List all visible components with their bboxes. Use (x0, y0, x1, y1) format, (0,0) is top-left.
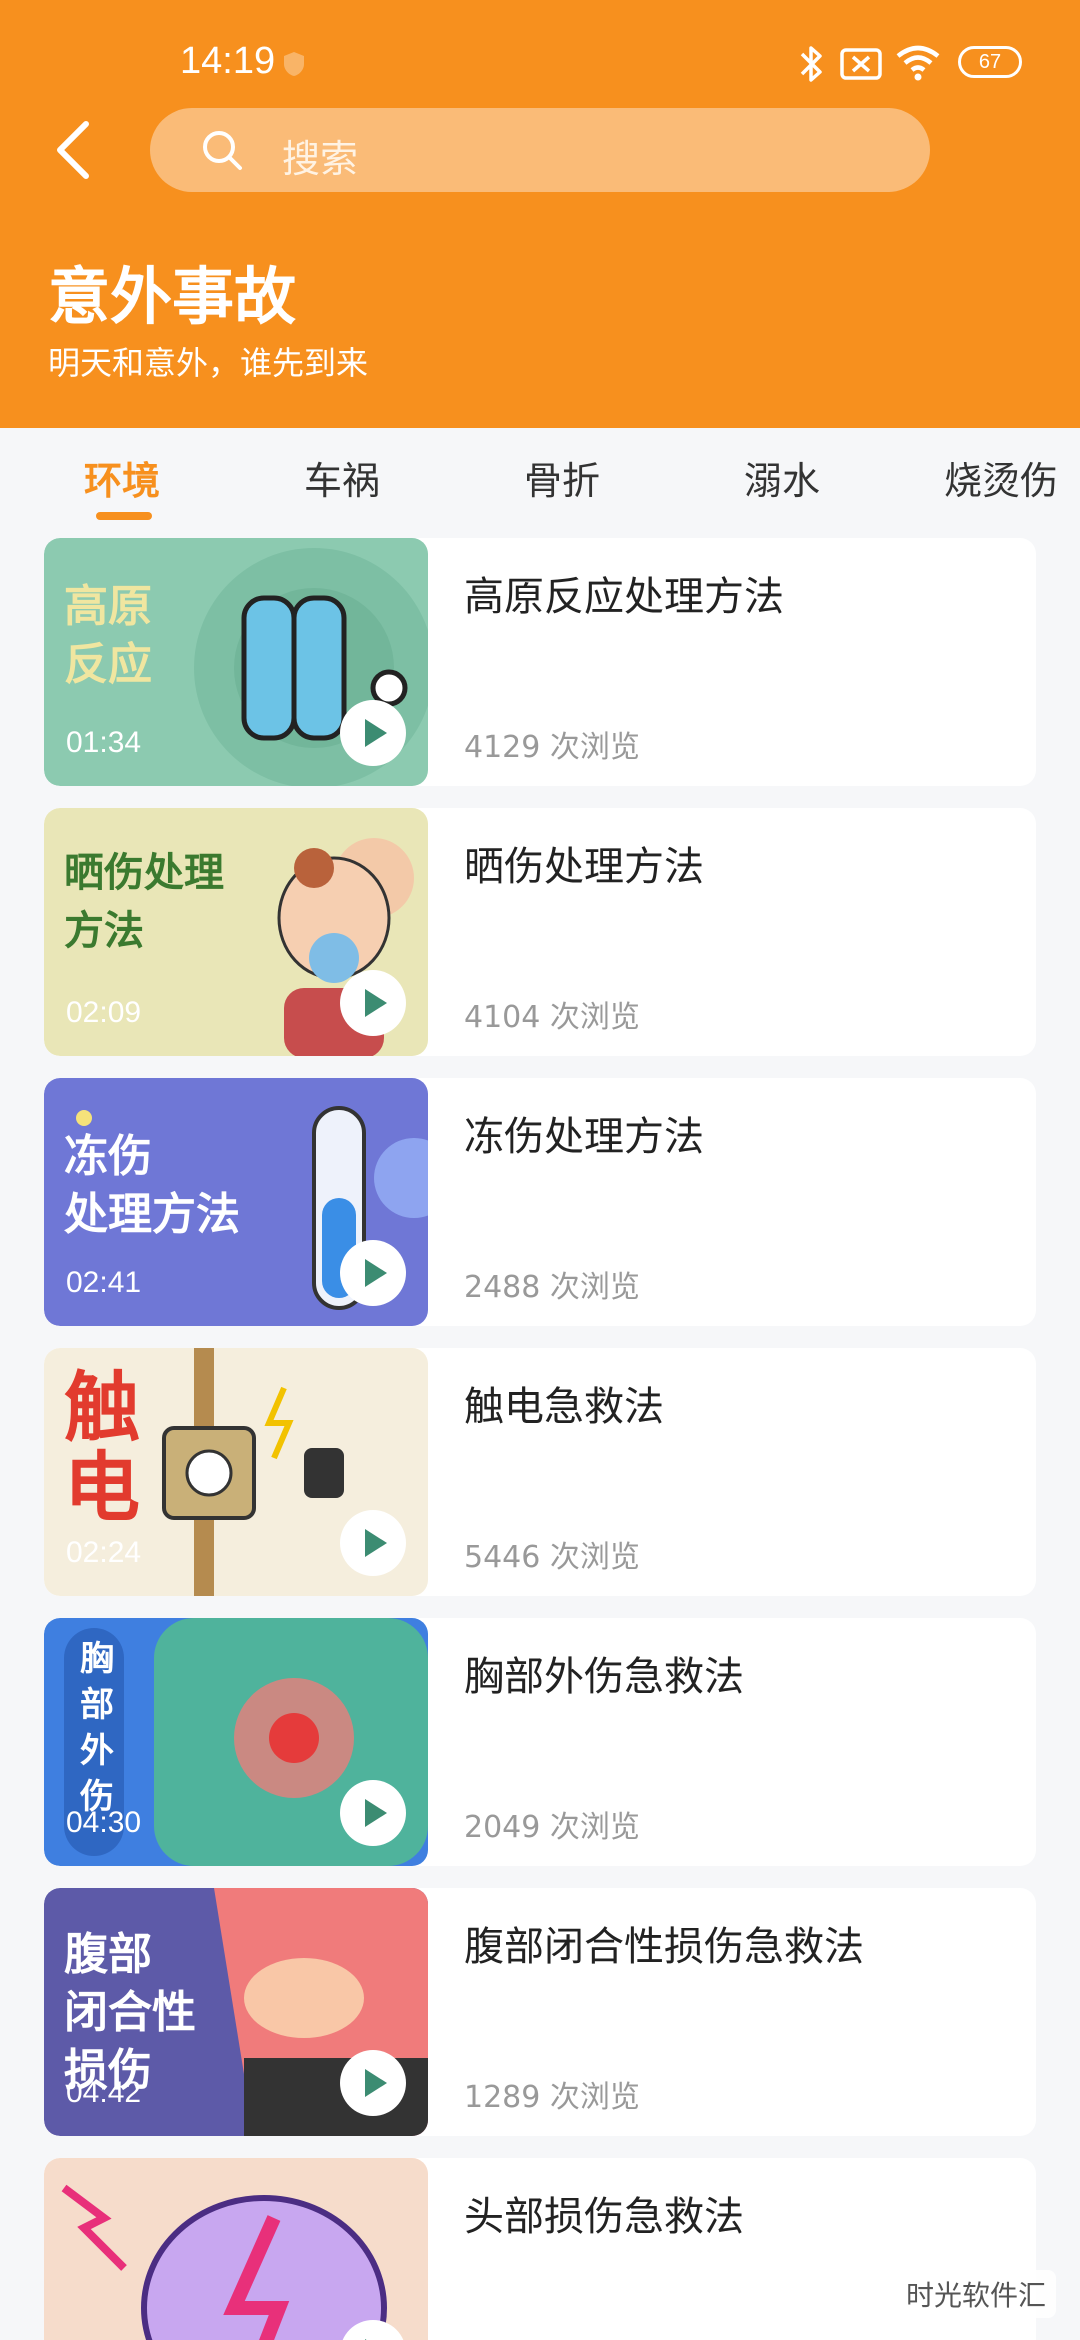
tab-fracture[interactable]: 骨折 (524, 450, 600, 505)
video-card[interactable]: 高原 反应 01:34 高原反应处理方法 4129 次浏览 (44, 538, 1036, 786)
video-duration: 04:30 (66, 1806, 142, 1839)
video-card[interactable]: 冻伤 处理方法 02:41 冻伤处理方法 2488 次浏览 (44, 1078, 1036, 1326)
thumbnail-caption: 胸部外伤 (80, 1639, 114, 1817)
play-icon[interactable] (340, 970, 406, 1036)
video-thumbnail[interactable]: 腹部 闭合性 损伤 04:42 (44, 1888, 428, 2136)
video-duration: 02:41 (66, 1266, 142, 1299)
brain-illustration (61, 2184, 387, 2340)
video-duration: 01:34 (66, 726, 142, 759)
video-thumbnail[interactable]: 晒伤处理 方法 02:09 (44, 808, 428, 1056)
video-thumbnail[interactable]: 触电 02:24 (44, 1348, 428, 1596)
video-card[interactable]: 胸部外伤 04:30 胸部外伤急救法 2049 次浏览 (44, 1618, 1036, 1866)
page-title: 意外事故 (48, 260, 297, 333)
thumbnail-caption: 冻伤 处理方法 (64, 1131, 240, 1240)
view-count: 4104 次浏览 (464, 1000, 640, 1035)
video-card[interactable]: 腹部 闭合性 损伤 04:42 腹部闭合性损伤急救法 1289 次浏览 (44, 1888, 1036, 2136)
shield-icon (284, 52, 304, 76)
video-card[interactable]: 触电 02:24 触电急救法 5446 次浏览 (44, 1348, 1036, 1596)
wifi-icon (896, 45, 940, 81)
page-subtitle: 明天和意外，谁先到来 (48, 344, 369, 382)
video-title: 腹部闭合性损伤急救法 (464, 1924, 864, 1970)
video-title: 高原反应处理方法 (464, 574, 784, 620)
tab-active-indicator (96, 512, 152, 520)
search-icon (203, 131, 242, 170)
thumbnail-caption: 触电 (64, 1363, 140, 1532)
status-time: 14:19 (180, 40, 276, 82)
video-duration: 02:09 (66, 996, 142, 1029)
tab-drowning[interactable]: 溺水 (744, 450, 820, 505)
video-title: 晒伤处理方法 (464, 844, 704, 890)
thumbnail-caption: 腹部 闭合性 损伤 (64, 1929, 196, 2096)
view-count: 1289 次浏览 (464, 2080, 640, 2115)
video-title: 胸部外伤急救法 (464, 1654, 744, 1700)
tab-car-accident[interactable]: 车祸 (304, 450, 380, 505)
thumbnail-caption: 高原 反应 (64, 581, 152, 690)
video-title: 头部损伤急救法 (464, 2194, 744, 2240)
video-card[interactable]: 晒伤处理 方法 02:09 晒伤处理方法 4104 次浏览 (44, 808, 1036, 1056)
play-icon[interactable] (340, 700, 406, 766)
battery-icon: 67 (958, 46, 1022, 78)
video-thumbnail[interactable]: 高原 反应 01:34 (44, 538, 428, 786)
watermark: 时光软件汇 (895, 2270, 1056, 2318)
video-thumbnail[interactable]: 冻伤 处理方法 02:41 (44, 1078, 428, 1326)
header: 14:19 67 搜索 意外事故 明天和意外，谁先到来 (0, 0, 1080, 428)
tab-environment[interactable]: 环境 (84, 450, 160, 505)
no-sim-icon (840, 48, 882, 80)
video-card[interactable]: 头部损伤急救法 (44, 2158, 1036, 2340)
play-icon[interactable] (340, 2050, 406, 2116)
play-icon[interactable] (340, 1240, 406, 1306)
video-thumbnail[interactable] (44, 2158, 428, 2340)
video-thumbnail[interactable]: 胸部外伤 04:30 (44, 1618, 428, 1866)
category-tabs: 环境 车祸 骨折 溺水 烧烫伤 (0, 428, 1080, 538)
video-duration: 02:24 (66, 1536, 142, 1569)
thumbnail-caption: 晒伤处理 方法 (64, 850, 224, 954)
video-title: 触电急救法 (464, 1384, 664, 1430)
tab-burns[interactable]: 烧烫伤 (944, 450, 1058, 505)
bluetooth-icon (800, 46, 822, 82)
search-bar[interactable]: 搜索 (150, 108, 930, 192)
status-bar: 14:19 67 (0, 40, 1080, 88)
view-count: 2488 次浏览 (464, 1270, 640, 1305)
search-placeholder: 搜索 (282, 137, 359, 181)
play-icon[interactable] (340, 1780, 406, 1846)
back-arrow-icon[interactable] (48, 118, 96, 182)
view-count: 4129 次浏览 (464, 730, 640, 765)
video-title: 冻伤处理方法 (464, 1114, 704, 1160)
video-duration: 04:42 (66, 2076, 142, 2109)
play-icon[interactable] (340, 1510, 406, 1576)
view-count: 5446 次浏览 (464, 1540, 640, 1575)
view-count: 2049 次浏览 (464, 1810, 640, 1845)
